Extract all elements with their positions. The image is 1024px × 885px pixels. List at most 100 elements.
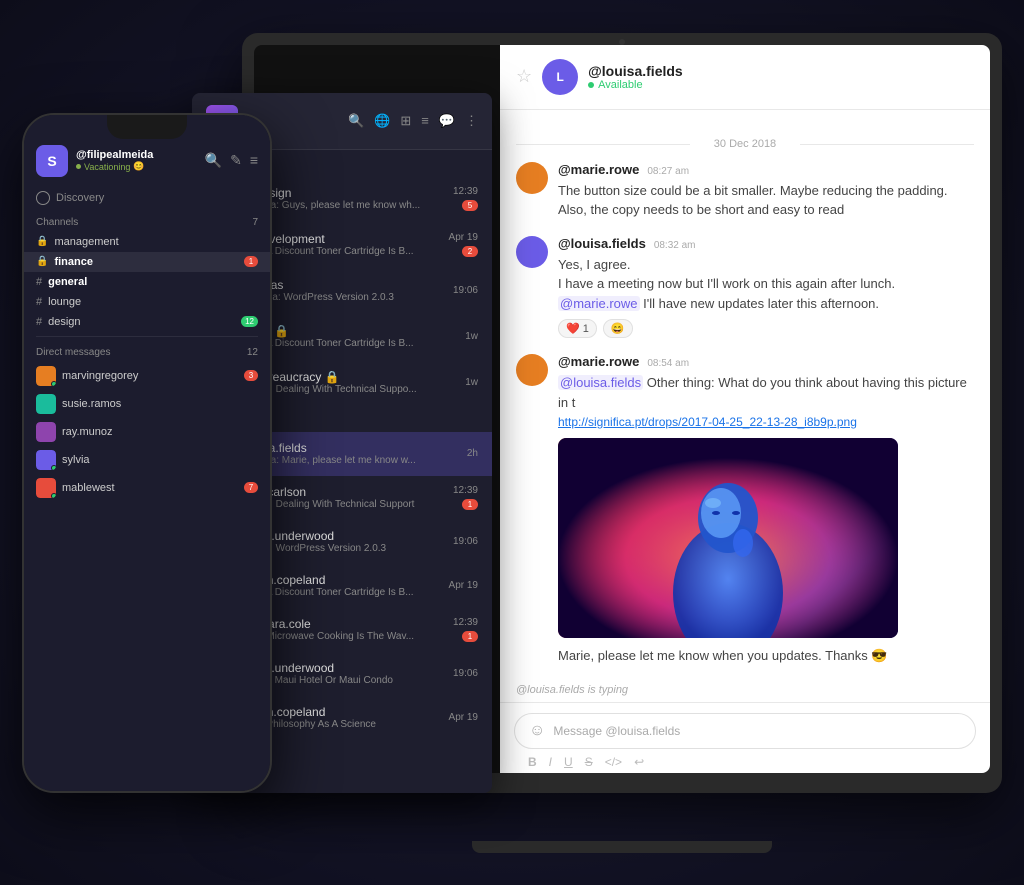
dm-label: Direct messages [36, 347, 110, 358]
phone-username: @filipealmeida [76, 149, 205, 161]
message-text: The button size could be a bit smaller. … [558, 181, 974, 220]
phone-dm-mable[interactable]: mablewest 7 [24, 474, 270, 502]
people-preview: Julian: WordPress Version 2.0.3 [244, 543, 445, 554]
phone-user-info: @filipealmeida Vacationing 😊 [76, 149, 205, 172]
chat-header-avatar: L [542, 59, 578, 95]
message-content: @louisa.fields 08:32 am Yes, I agree. I … [558, 236, 974, 339]
phone-status: Vacationing 😊 [76, 161, 205, 172]
people-time: Apr 19 [449, 712, 478, 723]
phone-dm-susie[interactable]: susie.ramos [24, 390, 270, 418]
people-time: Apr 19 [449, 580, 478, 591]
dm-avatar [36, 478, 56, 498]
code-button[interactable]: </> [605, 755, 622, 769]
online-indicator [51, 493, 56, 498]
people-name: barbara.cole [244, 617, 445, 631]
dm-avatar [36, 422, 56, 442]
channel-name: # Bureaucracy 🔒 [244, 370, 457, 384]
search-icon[interactable]: 🔍 [348, 113, 364, 129]
people-info: logan.copeland You: A Discount Toner Car… [244, 573, 441, 598]
list-icon[interactable]: ≡ [421, 113, 429, 129]
search-icon[interactable]: 🔍 [205, 152, 222, 169]
people-info: don.carlson Hattie: Dealing With Technic… [244, 485, 445, 510]
people-info: barbara.cole You: Microwave Cooking Is T… [244, 617, 445, 642]
phone-channel-finance[interactable]: 🔒 finance 1 [24, 252, 270, 272]
dm-name: susie.ramos [62, 398, 258, 410]
people-info: callie.underwood Callie: Maui Hotel Or M… [244, 661, 445, 686]
message-text: @louisa.fields Other thing: What do you … [558, 373, 974, 432]
people-preview: You: A Discount Toner Cartridge Is B... [244, 587, 441, 598]
return-button[interactable]: ↩ [634, 755, 644, 769]
channel-info: # Development You: A Discount Toner Cart… [244, 232, 441, 257]
people-badge: 1 [462, 631, 478, 642]
grid-icon[interactable]: ⊞ [400, 113, 411, 129]
chat-message: @louisa.fields 08:32 am Yes, I agree. I … [516, 236, 974, 339]
phone-notch [107, 115, 187, 139]
status-dot [76, 164, 81, 169]
workspace-icon[interactable]: S [36, 145, 68, 177]
channel-time: 12:39 [453, 186, 478, 197]
phone-dm-marvin[interactable]: marvingregorey 3 [24, 362, 270, 390]
chat-message: @marie.rowe 08:27 am The button size cou… [516, 162, 974, 220]
message-content: @marie.rowe 08:54 am @louisa.fields Othe… [558, 354, 974, 665]
strikethrough-button[interactable]: S [585, 755, 593, 769]
emoji-icon[interactable]: ☺ [529, 722, 545, 740]
dm-name: ray.munoz [62, 426, 258, 438]
more-icon[interactable]: ⋮ [465, 113, 478, 129]
reaction[interactable]: ❤️ 1 [558, 319, 597, 338]
volume-button [22, 195, 23, 225]
online-indicator [51, 465, 56, 470]
channel-preview: Matilda: Guys, please let me know wh... [244, 200, 445, 211]
discovery-item[interactable]: Discovery [24, 185, 270, 211]
italic-button[interactable]: I [549, 755, 552, 769]
channel-info: # Design Matilda: Guys, please let me kn… [244, 186, 445, 211]
channels-section: Channels 7 [24, 211, 270, 232]
people-info: louisa.fields Matilda: Marie, please let… [244, 441, 459, 466]
chat-status: Available [588, 79, 974, 91]
people-preview: Hattie: Dealing With Technical Support [244, 499, 445, 510]
chat-messages: 30 Dec 2018 @marie.rowe 08:27 am The b [500, 110, 990, 678]
message-input[interactable]: Message @louisa.fields [553, 724, 961, 738]
people-preview: You: Philosophy As A Science [244, 719, 441, 730]
people-info: callie.underwood Julian: WordPress Versi… [244, 529, 445, 554]
lock-icon: 🔒 [36, 236, 48, 247]
phone-channel-lounge[interactable]: # lounge [24, 292, 270, 312]
phone-channel-management[interactable]: 🔒 management [24, 232, 270, 252]
channels-count: 7 [252, 217, 258, 228]
channel-badge: 2 [462, 246, 478, 257]
dm-avatar [36, 450, 56, 470]
channel-info: # Bureaucracy 🔒 Hattie: Dealing With Tec… [244, 370, 457, 395]
dm-avatar [36, 394, 56, 414]
channel-name: # Ideas [244, 278, 445, 292]
phone-header-icons: 🔍 ✎ ≡ [205, 152, 258, 169]
chat-username: @louisa.fields [588, 63, 974, 79]
star-icon[interactable]: ☆ [516, 66, 532, 87]
message-author: @marie.rowe [558, 354, 639, 369]
people-name: callie.underwood [244, 529, 445, 543]
dm-avatar [36, 366, 56, 386]
chat-input-box[interactable]: ☺ Message @louisa.fields [514, 713, 976, 749]
phone-channel-design[interactable]: # design 12 [24, 312, 270, 332]
people-preview: Callie: Maui Hotel Or Maui Condo [244, 675, 445, 686]
dm-name: sylvia [62, 454, 258, 466]
channel-info: # Ideas Melissa: WordPress Version 2.0.3 [244, 278, 445, 303]
menu-icon[interactable]: ≡ [250, 152, 258, 169]
bold-button[interactable]: B [528, 755, 537, 769]
phone-channel-general[interactable]: # general [24, 272, 270, 292]
channel-name: finance [54, 256, 238, 268]
chat-input-area[interactable]: ☺ Message @louisa.fields B I U S </> ↩ [500, 702, 990, 773]
reaction[interactable]: 😄 [603, 319, 633, 338]
date-divider: 30 Dec 2018 [516, 138, 974, 150]
avatar [516, 162, 548, 194]
lock-icon: 🔒 [36, 256, 48, 267]
phone-dm-ray[interactable]: ray.munoz [24, 418, 270, 446]
avatar [516, 354, 548, 386]
globe-icon[interactable]: 🌐 [374, 113, 390, 129]
discovery-label: Discovery [56, 192, 104, 204]
compose-icon[interactable]: ✎ [230, 152, 242, 169]
underline-button[interactable]: U [564, 755, 573, 769]
channel-name: design [48, 316, 235, 328]
message-icon[interactable]: 💬 [439, 113, 455, 129]
phone-dm-sylvia[interactable]: sylvia [24, 446, 270, 474]
dm-count: 12 [247, 347, 258, 358]
channel-time: 1w [465, 377, 478, 388]
